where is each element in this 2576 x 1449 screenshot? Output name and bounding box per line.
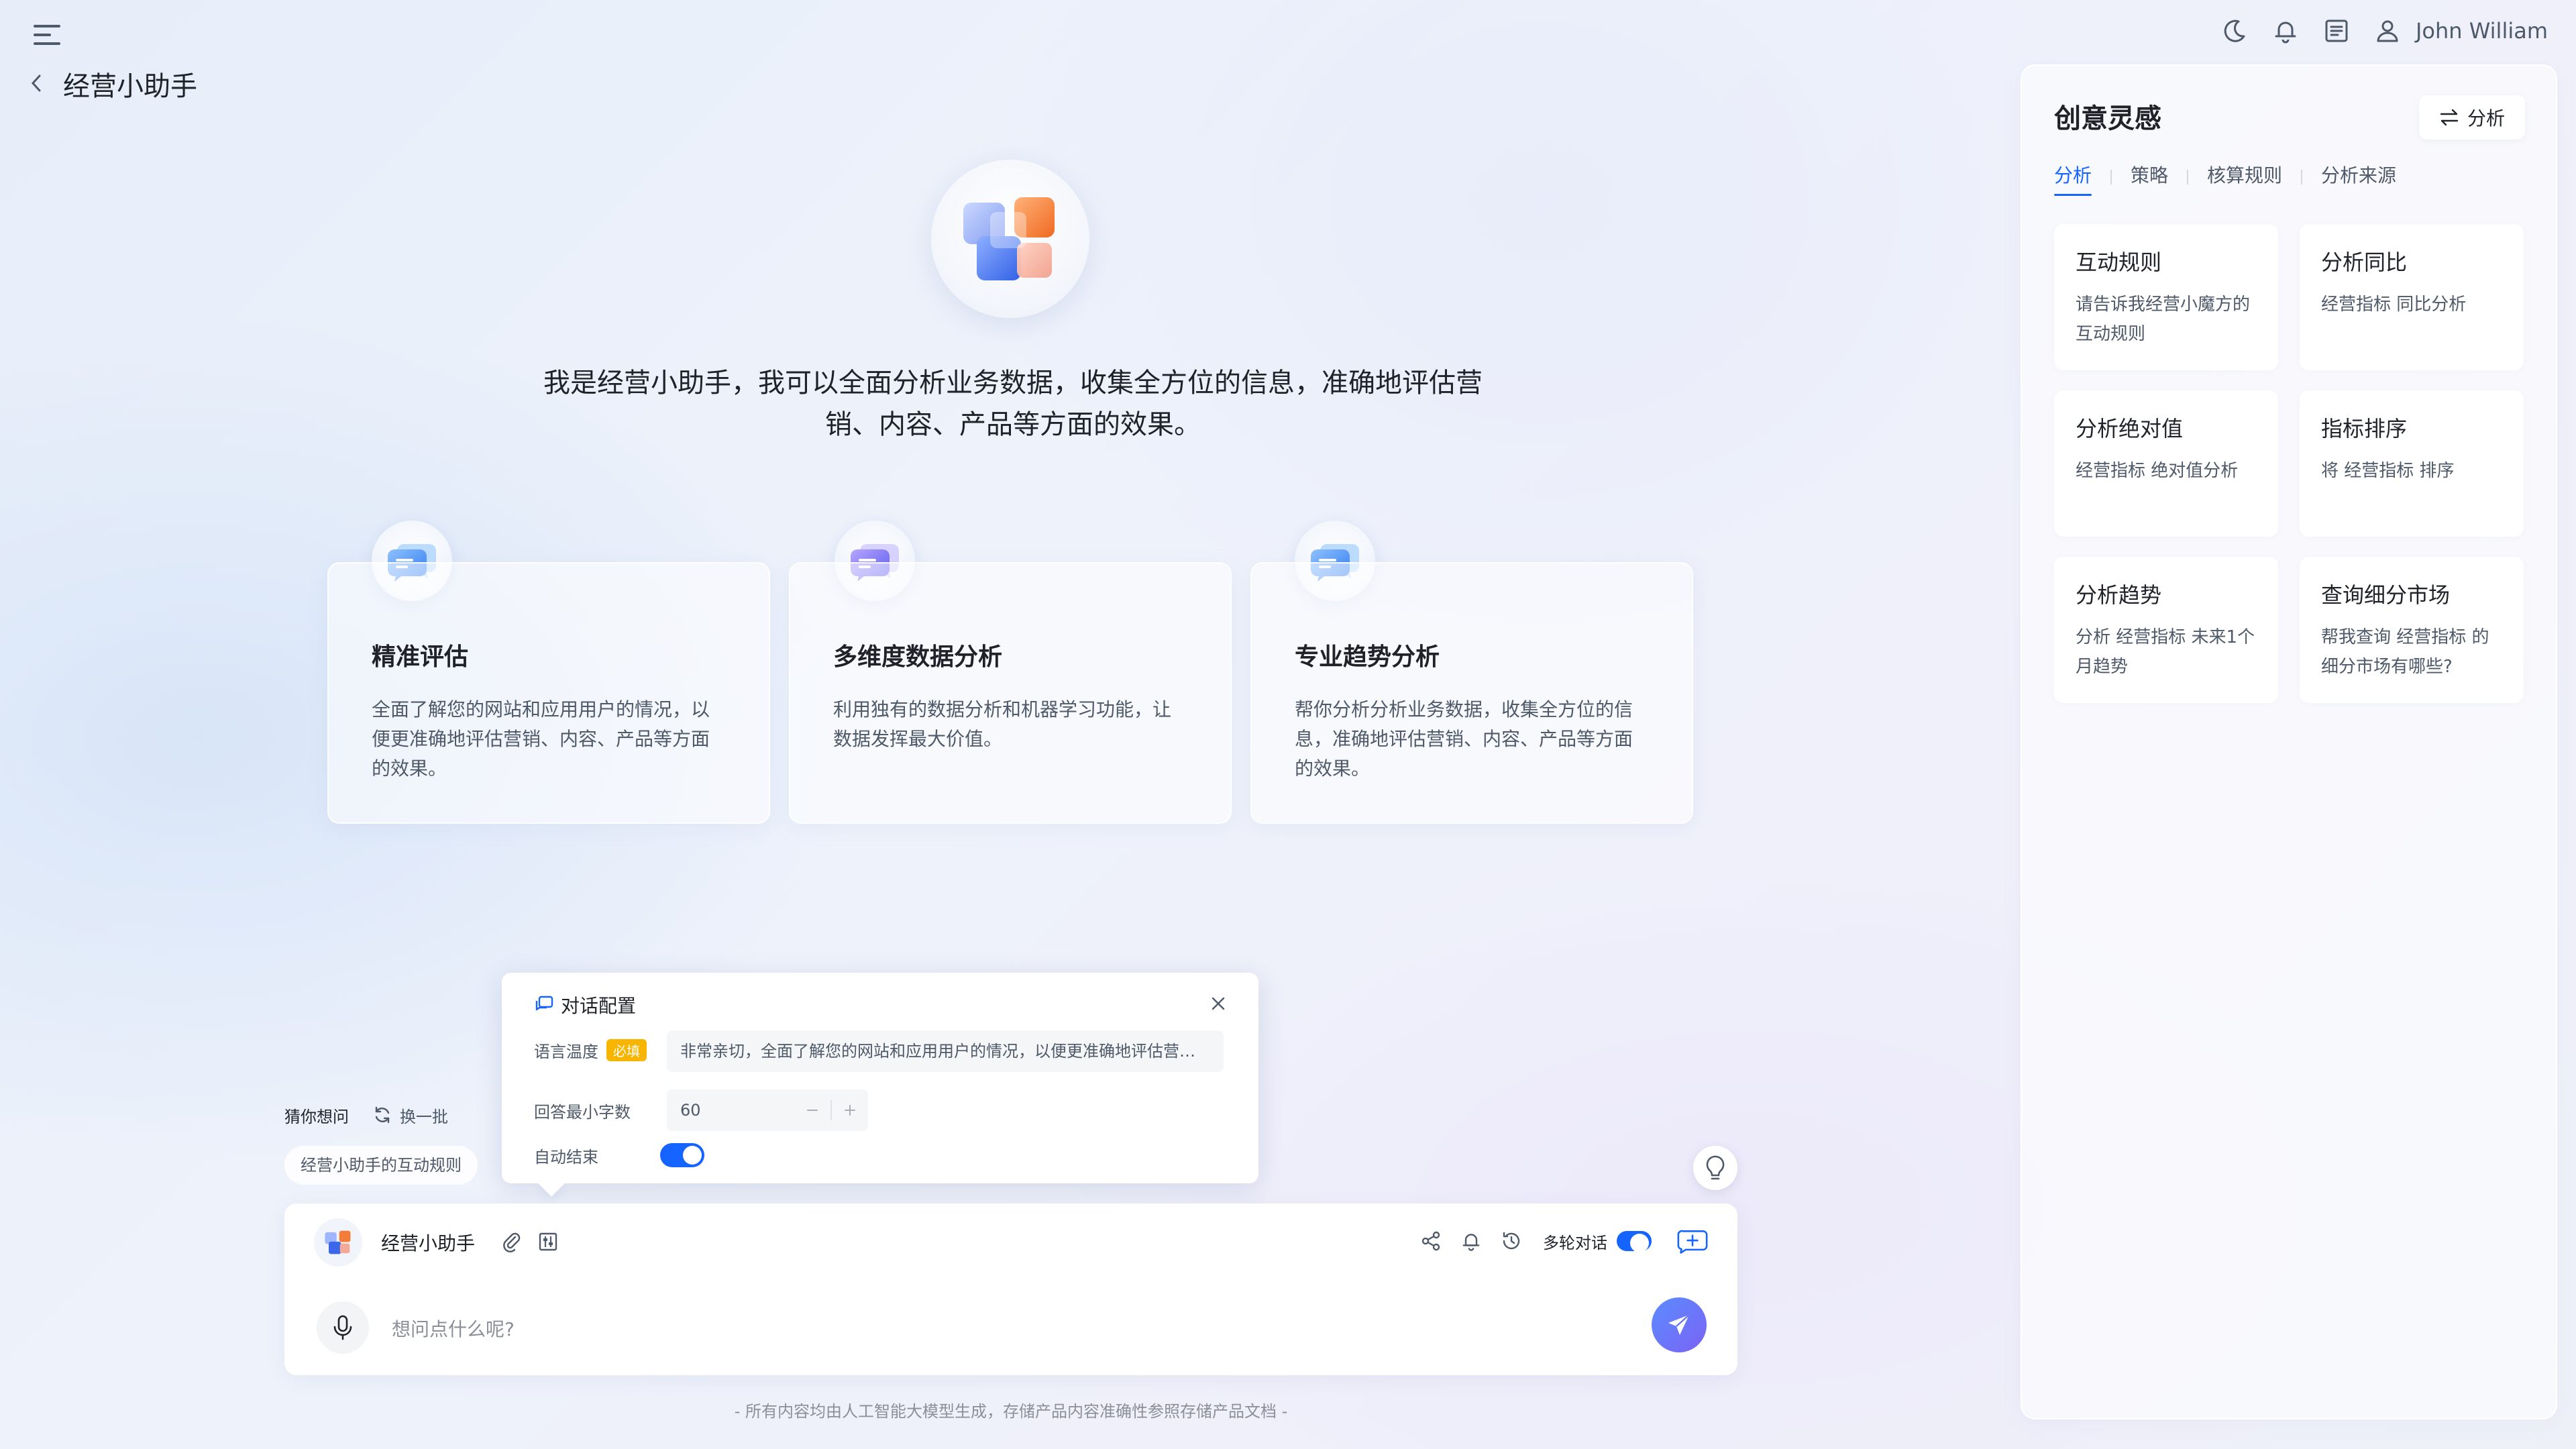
min-words-stepper[interactable]: 60: [667, 1089, 868, 1131]
idea-card[interactable]: 分析绝对值 经营指标 绝对值分析: [2054, 390, 2278, 537]
tone-input[interactable]: 非常亲切，全面了解您的网站和应用用户的情况，以便更准确地评估营销...: [667, 1030, 1224, 1072]
assistant-intro-text: 我是经营小助手，我可以全面分析业务数据，收集全方位的信息，准确地评估营销、内容、…: [543, 368, 1483, 440]
user-name[interactable]: John William: [2416, 18, 2548, 44]
idea-title: 查询细分市场: [2321, 582, 2451, 608]
lightbulb-icon[interactable]: [1693, 1146, 1737, 1190]
close-icon[interactable]: [1205, 990, 1232, 1017]
suggestions-label: 猜你想问: [284, 1107, 349, 1126]
agent-name[interactable]: 经营小助手: [381, 1229, 475, 1256]
chat-config-icon: [535, 996, 553, 1011]
sliders-settings-icon[interactable]: [531, 1225, 565, 1258]
min-words-row: 回答最小字数: [534, 1099, 631, 1122]
refresh-label: 换一批: [400, 1107, 448, 1126]
assistant-logo-cubes-icon: [931, 160, 1089, 318]
suggestion-chip[interactable]: 经营小助手的互动规则: [284, 1146, 478, 1185]
feature-description: 帮你分析分析业务数据，收集全方位的信息，准确地评估营销、内容、产品等方面的效果。: [1295, 698, 1633, 780]
notification-bell-icon[interactable]: [1456, 1226, 1487, 1256]
user-avatar-icon[interactable]: [2371, 15, 2404, 47]
idea-card[interactable]: 互动规则 请告诉我经营小魔方的互动规则: [2054, 224, 2278, 370]
microphone-icon[interactable]: [317, 1301, 369, 1354]
chat-message-input[interactable]: [390, 1309, 1534, 1348]
refresh-suggestions-button[interactable]: 换一批: [373, 1104, 448, 1127]
feature-card-precise-evaluation[interactable]: 精准评估 全面了解您的网站和应用用户的情况，以便更准确地评估营销、内容、产品等方…: [327, 562, 770, 824]
send-paper-plane-icon[interactable]: [1652, 1297, 1707, 1352]
idea-title: 分析绝对值: [2076, 416, 2184, 441]
feature-description: 全面了解您的网站和应用用户的情况，以便更准确地评估营销、内容、产品等方面的效果。: [372, 698, 710, 780]
menu-icon[interactable]: [30, 17, 64, 52]
new-chat-plus-icon[interactable]: [1677, 1226, 1708, 1256]
feature-title: 多维度数据分析: [833, 643, 1003, 671]
creative-inspiration-panel: 创意灵感 分析 分析 策略 核算规则 分析来源 互动规则 请告诉我经营小魔方的互…: [2021, 64, 2557, 1419]
required-badge: 必填: [606, 1039, 647, 1061]
auto-end-row: 自动结束: [534, 1143, 735, 1167]
feature-description: 利用独有的数据分析和机器学习功能，让数据发挥最大价值。: [833, 698, 1172, 750]
idea-description: 经营指标 同比分析: [2321, 294, 2467, 315]
panel-title: 创意灵感: [2054, 103, 2161, 134]
config-title: 对话配置: [561, 995, 637, 1017]
agent-avatar[interactable]: [314, 1218, 362, 1267]
idea-title: 分析同比: [2321, 250, 2408, 275]
idea-card[interactable]: 分析趋势 分析 经营指标 未来1个月趋势: [2054, 557, 2278, 703]
panel-tabs: 分析 策略 核算规则 分析来源: [2054, 161, 2396, 196]
history-clock-icon[interactable]: [1496, 1226, 1527, 1256]
back-chevron-icon[interactable]: [24, 67, 48, 99]
idea-card[interactable]: 查询细分市场 帮我查询 经营指标 的细分市场有哪些?: [2300, 557, 2524, 703]
multi-turn-label: 多轮对话: [1543, 1233, 1607, 1252]
switch-analysis-button[interactable]: 分析: [2418, 95, 2525, 140]
idea-card[interactable]: 指标排序 将 经营指标 排序: [2300, 390, 2524, 537]
tab-divider: [2110, 170, 2112, 184]
idea-description: 分析 经营指标 未来1个月趋势: [2076, 627, 2255, 677]
notification-bell-icon[interactable]: [2269, 15, 2302, 47]
share-icon[interactable]: [1415, 1226, 1446, 1256]
idea-description: 帮我查询 经营指标 的细分市场有哪些?: [2321, 627, 2489, 677]
idea-title: 互动规则: [2076, 250, 2162, 275]
feature-title: 精准评估: [372, 643, 469, 671]
feature-card-trend-analysis[interactable]: 专业趋势分析 帮你分析分析业务数据，收集全方位的信息，准确地评估营销、内容、产品…: [1250, 562, 1693, 824]
tab-divider: [2187, 170, 2189, 184]
tab-analysis[interactable]: 分析: [2054, 161, 2092, 196]
page-title: 经营小助手: [63, 71, 197, 102]
feature-card-multidimensional-analysis[interactable]: 多维度数据分析 利用独有的数据分析和机器学习功能，让数据发挥最大价值。: [789, 562, 1232, 824]
auto-end-toggle[interactable]: [660, 1143, 704, 1167]
tab-divider: [2301, 170, 2303, 184]
tone-label: 语言温度: [534, 1042, 598, 1061]
top-actions: John William: [2218, 12, 2548, 50]
refresh-icon: [375, 1106, 390, 1124]
idea-title: 指标排序: [2321, 416, 2408, 441]
multi-turn-toggle[interactable]: [1617, 1231, 1652, 1252]
decrement-minus-icon[interactable]: [794, 1089, 830, 1131]
increment-plus-icon[interactable]: [832, 1089, 868, 1131]
idea-title: 分析趋势: [2076, 582, 2162, 608]
document-list-icon[interactable]: [2320, 15, 2353, 47]
swap-arrows-icon: [2440, 109, 2459, 126]
config-header: 对话配置: [534, 989, 1226, 1021]
tab-accounting-rules[interactable]: 核算规则: [2207, 161, 2282, 193]
idea-card[interactable]: 分析同比 经营指标 同比分析: [2300, 224, 2524, 370]
chat-input-panel: 经营小助手 多轮对话: [284, 1203, 1737, 1375]
idea-description: 将 经营指标 排序: [2321, 461, 2455, 481]
tone-row: 语言温度 必填: [534, 1038, 647, 1062]
idea-description: 经营指标 绝对值分析: [2076, 461, 2239, 481]
idea-description: 请告诉我经营小魔方的互动规则: [2076, 294, 2251, 344]
tab-analysis-source[interactable]: 分析来源: [2321, 161, 2396, 193]
ai-disclaimer: - 所有内容均由人工智能大模型生成，存储产品内容准确性参照存储产品文档 -: [734, 1402, 1288, 1421]
tab-strategy[interactable]: 策略: [2131, 161, 2168, 193]
min-words-value[interactable]: 60: [680, 1101, 794, 1120]
auto-end-label: 自动结束: [534, 1147, 598, 1167]
input-toolbar: 多轮对话: [1415, 1222, 1708, 1260]
feature-title: 专业趋势分析: [1295, 643, 1440, 671]
min-words-label: 回答最小字数: [534, 1103, 631, 1122]
paperclip-attach-icon[interactable]: [495, 1225, 529, 1258]
conversation-config-popover: 对话配置 语言温度 必填 非常亲切，全面了解您的网站和应用用户的情况，以便更准确…: [502, 973, 1258, 1183]
suggestions-header: 猜你想问 换一批: [284, 1102, 448, 1128]
dark-mode-moon-icon[interactable]: [2218, 15, 2251, 47]
switch-analysis-label: 分析: [2467, 107, 2505, 129]
